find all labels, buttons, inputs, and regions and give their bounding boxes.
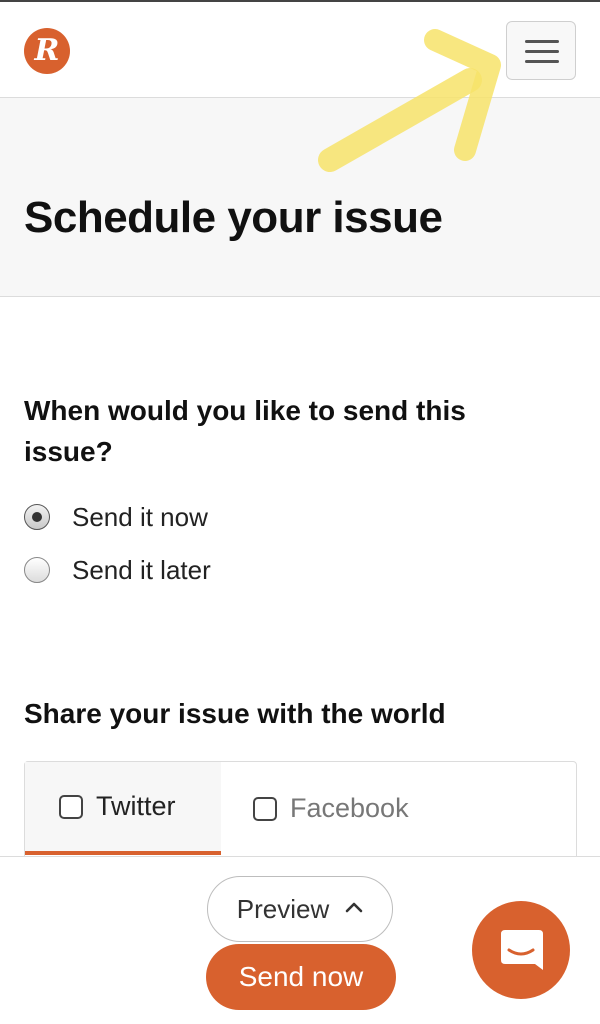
twitter-checkbox[interactable] xyxy=(59,794,83,819)
page-header: Schedule your issue xyxy=(0,98,600,297)
schedule-question: When would you like to send this issue? xyxy=(24,395,466,467)
chat-launcher-button[interactable] xyxy=(472,901,570,999)
hamburger-icon-line xyxy=(525,50,559,53)
chat-icon xyxy=(501,930,543,970)
hamburger-icon-line xyxy=(525,60,559,63)
menu-toggle-button[interactable] xyxy=(506,21,576,80)
tab-label: Twitter xyxy=(96,791,176,821)
facebook-checkbox[interactable] xyxy=(253,796,277,821)
preview-button[interactable]: Preview xyxy=(207,876,393,942)
top-navbar: R xyxy=(0,0,600,98)
preview-label: Preview xyxy=(236,893,330,924)
radio-option-send-now[interactable]: Send it now xyxy=(24,499,208,535)
tab-twitter[interactable]: Twitter xyxy=(25,762,221,855)
page: R Schedule your issue When would you lik… xyxy=(0,0,600,1024)
radio-button[interactable] xyxy=(24,557,50,583)
radio-label: Send it now xyxy=(72,501,208,532)
tab-label: Facebook xyxy=(290,793,409,823)
hamburger-icon-line xyxy=(525,40,559,43)
page-title: Schedule your issue xyxy=(24,193,443,242)
radio-option-send-later[interactable]: Send it later xyxy=(24,552,211,588)
tab-facebook[interactable]: Facebook xyxy=(221,762,461,855)
send-now-button[interactable]: Send now xyxy=(206,944,396,1010)
share-section-title: Share your issue with the world xyxy=(24,698,446,729)
chevron-up-icon xyxy=(345,902,363,913)
radio-label: Send it later xyxy=(72,554,211,585)
radio-button-checked[interactable] xyxy=(24,504,50,530)
brand-logo[interactable]: R xyxy=(24,28,70,74)
